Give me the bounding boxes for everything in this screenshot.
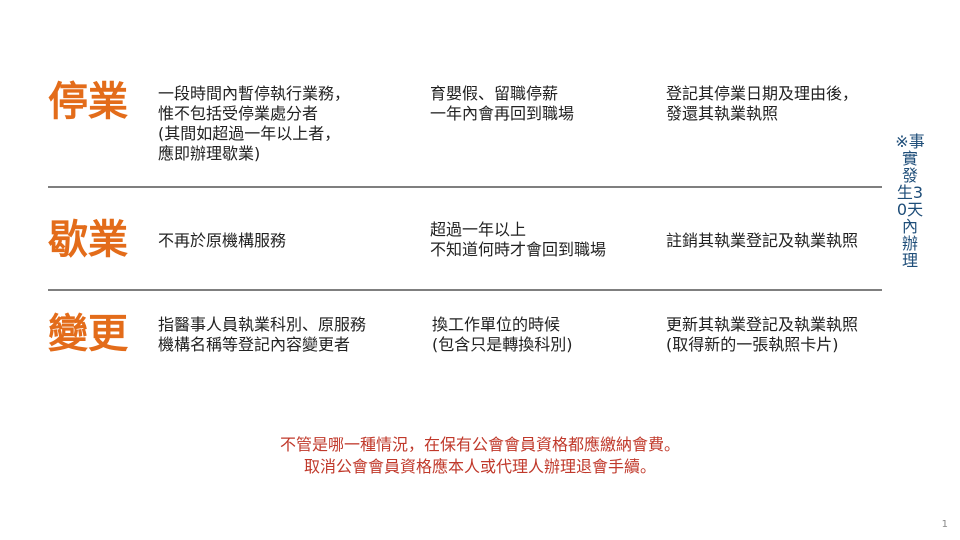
change-action-line: (取得新的一張執照卡片) [666, 335, 839, 354]
change-action-line: 更新其執業登記及執業執照 [666, 315, 859, 334]
change-definition: 指醫事人員執業科別、原服務 機構名稱等登記內容變更者 [158, 315, 366, 355]
footer-note-line-1: 不管是哪一種情況，在保有公會會員資格都應繳納會費。 [279, 435, 680, 454]
suspension-example-line: 育嬰假、留職停薪 [430, 84, 559, 103]
suspension-definition-line: 惟不包括受停業處分者 [158, 104, 319, 123]
row-title-suspension: 停業 [48, 79, 128, 125]
closure-definition-line: 不再於原機構服務 [158, 231, 287, 250]
closure-action: 註銷其執業登記及執業執照 [666, 231, 858, 251]
change-definition-line: 指醫事人員執業科別、原服務 [158, 315, 367, 334]
suspension-definition-line: 一段時間內暫停執行業務， [158, 84, 351, 103]
change-definition-line: 機構名稱等登記內容變更者 [158, 335, 351, 354]
closure-action-line: 註銷其執業登記及執業執照 [666, 231, 859, 250]
suspension-definition-line: (其間如超過一年以上者， [158, 124, 341, 143]
change-example-line: (包含只是轉換科別) [432, 335, 573, 354]
suspension-example: 育嬰假、留職停薪 一年內會再回到職場 [430, 84, 574, 124]
suspension-definition: 一段時間內暫停執行業務， 惟不包括受停業處分者 (其間如超過一年以上者， 應即辦… [158, 84, 350, 164]
closure-example-line: 不知道何時才會回到職場 [430, 240, 607, 259]
closure-example: 超過一年以上 不知道何時才會回到職場 [430, 220, 606, 260]
change-action: 更新其執業登記及執業執照 (取得新的一張執照卡片) [666, 315, 858, 355]
suspension-action: 登記其停業日期及理由後， 發還其執業執照 [666, 84, 858, 124]
side-note-deadline: ※事實發生30天內辦理 [895, 132, 925, 270]
suspension-example-line: 一年內會再回到職場 [430, 104, 575, 123]
row-title-closure: 歇業 [48, 217, 128, 263]
row-divider [48, 186, 882, 188]
row-divider [48, 289, 882, 291]
suspension-action-line: 登記其停業日期及理由後， [666, 84, 859, 103]
closure-definition: 不再於原機構服務 [158, 231, 286, 251]
suspension-action-line: 發還其執業執照 [666, 104, 779, 123]
footer-note-line-2: 取消公會會員資格應本人或代理人辦理退會手續。 [303, 457, 656, 476]
change-example: 換工作單位的時候 (包含只是轉換科別) [432, 315, 573, 355]
change-example-line: 換工作單位的時候 [432, 315, 561, 334]
closure-example-line: 超過一年以上 [430, 220, 527, 239]
page-number: 1 [941, 519, 948, 530]
suspension-definition-line: 應即辦理歇業) [158, 144, 261, 163]
row-title-change: 變更 [48, 311, 128, 357]
